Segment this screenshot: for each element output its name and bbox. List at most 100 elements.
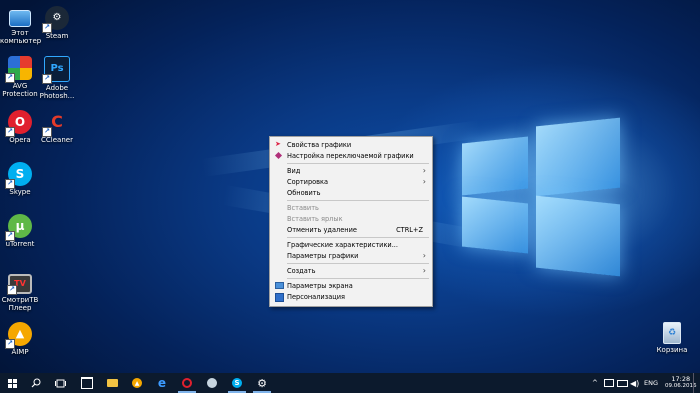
menu-separator — [287, 278, 429, 279]
taskbar-file-explorer[interactable] — [100, 373, 124, 393]
menu-item-paste-shortcut[interactable]: Вставить ярлык — [270, 213, 432, 224]
desktop-icon-tv-player[interactable]: TV ↗ СмотриТВ Плеер — [0, 270, 40, 312]
taskbar-aimp[interactable]: ▲ — [125, 373, 149, 393]
shortcut-arrow-icon: ↗ — [5, 231, 15, 241]
submenu-arrow-icon: › — [422, 166, 426, 175]
desktop-icon-steam[interactable]: ⚙ ↗ Steam — [37, 6, 77, 40]
desktop[interactable]: Этот компьютер ⚙ ↗ Steam ↗ AVG Protection… — [0, 0, 700, 373]
avg-icon: ↗ — [5, 56, 32, 83]
windows-logo-pane — [462, 196, 528, 254]
desktop-icon-avg[interactable]: ↗ AVG Protection — [0, 56, 40, 98]
steam-icon — [207, 378, 217, 388]
display-settings-icon — [275, 282, 284, 289]
aimp-icon: ▲ — [132, 378, 142, 388]
tray-battery[interactable] — [617, 373, 628, 393]
desktop-icon-ccleaner[interactable]: C ↗ CCleaner — [37, 110, 77, 145]
tray-overflow-button[interactable]: ^ — [592, 373, 598, 393]
desktop-icon-aimp[interactable]: ▲ ↗ AIMP — [0, 322, 40, 356]
taskbar-edge[interactable]: e — [150, 373, 174, 393]
desktop-icon-recycle-bin[interactable]: ♻ Корзина — [652, 322, 692, 354]
windows-logo-pane — [462, 136, 528, 196]
desktop-icon-utorrent[interactable]: µ ↗ uTorrent — [0, 214, 40, 248]
shortcut-arrow-icon: ↗ — [5, 179, 15, 189]
taskbar-store[interactable] — [75, 373, 99, 393]
tv-player-icon: TV ↗ — [7, 274, 32, 295]
taskbar-steam[interactable] — [200, 373, 224, 393]
shortcut-arrow-icon: ↗ — [5, 339, 15, 349]
submenu-arrow-icon: › — [422, 266, 426, 275]
shortcut-arrow-icon: ↗ — [5, 73, 15, 83]
menu-item-graphics-options[interactable]: Параметры графики › — [270, 250, 432, 261]
menu-item-new[interactable]: Создать › — [270, 265, 432, 276]
windows-logo-pane — [536, 195, 620, 277]
menu-item-personalization[interactable]: Персонализация — [270, 291, 432, 302]
folder-icon — [106, 379, 118, 387]
tray-notifications[interactable] — [693, 373, 700, 393]
search-icon — [31, 378, 41, 388]
menu-item-graphics-properties[interactable]: ➤ Свойства графики — [270, 139, 432, 150]
volume-icon: ◀) — [630, 378, 640, 388]
chevron-up-icon: ^ — [592, 379, 598, 387]
computer-icon — [9, 10, 31, 27]
menu-item-paste[interactable]: Вставить — [270, 202, 432, 213]
shortcut-arrow-icon: ↗ — [42, 127, 52, 137]
submenu-arrow-icon: › — [422, 177, 426, 186]
utorrent-icon: µ ↗ — [5, 214, 32, 241]
tray-network[interactable] — [604, 373, 614, 393]
windows-logo-pane — [536, 117, 620, 197]
desktop-icon-skype[interactable]: S ↗ Skype — [0, 162, 40, 196]
menu-item-switchable-graphics[interactable]: Настройка переключаемой графики — [270, 150, 432, 161]
shortcut-text: CTRL+Z — [396, 226, 423, 234]
clock-time: 17:28 — [671, 375, 691, 383]
taskbar-opera[interactable] — [175, 373, 199, 393]
windows-start-icon — [7, 378, 17, 388]
menu-item-view[interactable]: Вид › — [270, 165, 432, 176]
desktop-icon-opera[interactable]: O ↗ Opera — [0, 110, 40, 144]
shortcut-arrow-icon: ↗ — [7, 285, 17, 295]
menu-separator — [287, 163, 429, 164]
store-icon — [81, 377, 93, 389]
language-indicator: ENG — [644, 379, 659, 387]
menu-item-sort[interactable]: Сортировка › — [270, 176, 432, 187]
opera-icon — [182, 378, 192, 388]
ccleaner-icon: C ↗ — [42, 110, 69, 137]
desktop-icon-photoshop[interactable]: Ps ↗ Adobe Photosh... — [37, 56, 77, 100]
taskbar-settings[interactable]: ⚙ — [250, 373, 274, 393]
start-button[interactable] — [0, 373, 24, 393]
submenu-arrow-icon: › — [422, 251, 426, 260]
shortcut-arrow-icon: ↗ — [42, 23, 52, 33]
shortcut-arrow-icon: ↗ — [5, 127, 15, 137]
edge-icon: e — [157, 376, 167, 390]
gear-icon: ⚙ — [257, 376, 267, 390]
task-view-button[interactable] — [48, 373, 72, 393]
intel-graphics-icon: ➤ — [275, 140, 281, 148]
skype-icon: S ↗ — [5, 162, 32, 189]
opera-icon: O ↗ — [5, 110, 32, 137]
clock-date: 09.06.2016 — [665, 383, 697, 389]
amd-switchable-icon — [274, 151, 283, 160]
task-view-icon — [54, 379, 66, 387]
menu-item-display-settings[interactable]: Параметры экрана — [270, 280, 432, 291]
taskbar: ▲ e S ⚙ ^ ◀) ENG 17:28 09.06.2016 — [0, 373, 700, 393]
desktop-icon-this-pc[interactable]: Этот компьютер — [0, 6, 41, 45]
menu-item-undo-delete[interactable]: Отменить удаление CTRL+Z — [270, 224, 432, 235]
taskbar-skype[interactable]: S — [225, 373, 249, 393]
recycle-bin-icon: ♻ — [663, 322, 681, 344]
battery-icon — [617, 379, 628, 387]
network-icon — [604, 379, 614, 387]
photoshop-icon: Ps ↗ — [42, 56, 70, 84]
desktop-context-menu: ➤ Свойства графики Настройка переключаем… — [269, 136, 433, 307]
menu-separator — [287, 237, 429, 238]
aimp-icon: ▲ ↗ — [5, 322, 32, 349]
personalization-icon — [275, 293, 284, 302]
tray-language[interactable]: ENG — [644, 373, 658, 393]
menu-item-refresh[interactable]: Обновить — [270, 187, 432, 198]
menu-separator — [287, 263, 429, 264]
tray-volume[interactable]: ◀) — [630, 373, 639, 393]
steam-icon: ⚙ ↗ — [42, 6, 69, 33]
skype-icon: S — [232, 378, 242, 388]
menu-separator — [287, 200, 429, 201]
search-button[interactable] — [24, 373, 48, 393]
menu-item-graphics-specs[interactable]: Графические характеристики... — [270, 239, 432, 250]
tray-clock[interactable]: 17:28 09.06.2016 — [665, 373, 697, 393]
